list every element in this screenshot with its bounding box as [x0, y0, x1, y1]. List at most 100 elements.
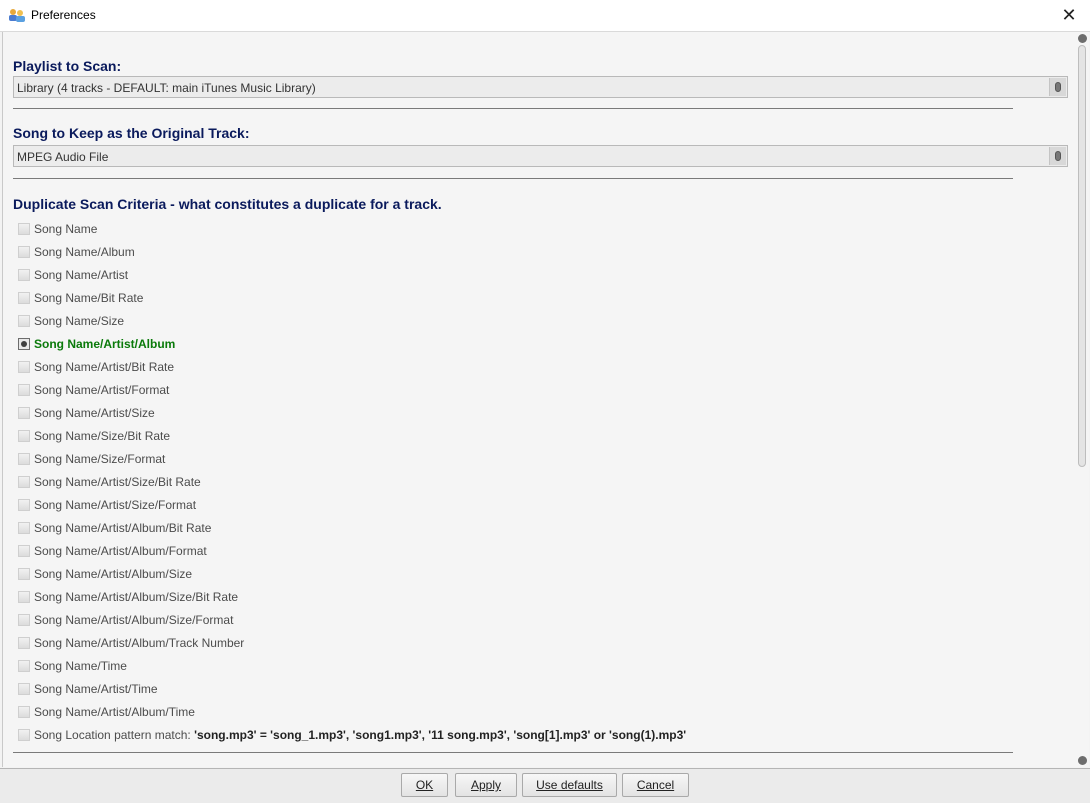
checkbox[interactable] — [18, 614, 30, 626]
criteria-label: Song Name/Artist/Album — [34, 337, 176, 351]
checkbox[interactable] — [18, 269, 30, 281]
criteria-label: Song Name/Time — [34, 659, 127, 673]
playlist-select[interactable]: Library (4 tracks - DEFAULT: main iTunes… — [13, 76, 1068, 98]
criteria-label: Song Name/Artist/Format — [34, 383, 170, 397]
keep-track-select[interactable]: MPEG Audio File — [13, 145, 1068, 167]
checkbox[interactable] — [18, 545, 30, 557]
criteria-option[interactable]: Song Name/Artist/Size — [17, 405, 917, 428]
checkbox[interactable] — [18, 660, 30, 672]
criteria-label: Song Name/Artist/Album/Track Number — [34, 636, 245, 650]
checkbox[interactable] — [18, 430, 30, 442]
checkbox[interactable] — [18, 637, 30, 649]
window-title: Preferences — [31, 8, 96, 22]
divider — [13, 108, 1013, 109]
criteria-heading: Duplicate Scan Criteria - what constitut… — [13, 196, 442, 212]
criteria-label: Song Name/Artist — [34, 268, 129, 282]
checkbox[interactable] — [18, 453, 30, 465]
close-icon[interactable]: ✕ — [1058, 4, 1080, 26]
criteria-option[interactable]: Song Name/Bit Rate — [17, 290, 917, 313]
use-defaults-button[interactable]: Use defaults — [522, 773, 617, 797]
criteria-label: Song Name/Artist/Size/Format — [34, 498, 197, 512]
criteria-option[interactable]: Song Name/Artist/Album/Format — [17, 543, 917, 566]
ok-button-label: OK — [415, 778, 434, 792]
criteria-label: Song Name/Size/Bit Rate — [34, 429, 171, 443]
dropdown-knob-icon[interactable] — [1049, 78, 1066, 96]
scroll-up-icon[interactable] — [1078, 34, 1087, 43]
divider — [13, 752, 1013, 753]
criteria-option[interactable]: Song Name/Artist/Album/Bit Rate — [17, 520, 917, 543]
checkbox[interactable] — [18, 683, 30, 695]
playlist-heading: Playlist to Scan: — [13, 58, 122, 74]
criteria-option[interactable]: Song Name/Artist — [17, 267, 917, 290]
criteria-label: Song Name/Size — [34, 314, 125, 328]
criteria-option[interactable]: Song Name/Size/Format — [17, 451, 917, 474]
criteria-label: Song Name/Artist/Bit Rate — [34, 360, 175, 374]
criteria-option[interactable]: Song Name/Artist/Bit Rate — [17, 359, 917, 382]
title-bar: Preferences ✕ — [0, 0, 1090, 32]
criteria-option[interactable]: Song Name/Size — [17, 313, 917, 336]
apply-button[interactable]: Apply — [455, 773, 517, 797]
checkbox-checked[interactable] — [18, 338, 30, 350]
location-match-label: Song Location pattern match: 'song.mp3' … — [34, 728, 686, 742]
preferences-panel: Playlist to Scan: Library (4 tracks - DE… — [2, 32, 1077, 767]
location-match-prefix: Song Location pattern match: — [34, 728, 195, 742]
checkbox[interactable] — [18, 729, 30, 741]
criteria-label: Song Name/Artist/Album/Bit Rate — [34, 521, 212, 535]
scroll-thumb[interactable] — [1078, 45, 1086, 467]
criteria-label: Song Name/Artist/Album/Size/Format — [34, 613, 234, 627]
checkbox[interactable] — [18, 522, 30, 534]
location-match-pattern: 'song.mp3' = 'song_1.mp3', 'song1.mp3', … — [194, 728, 687, 742]
vertical-scrollbar[interactable] — [1076, 32, 1089, 767]
checkbox[interactable] — [18, 292, 30, 304]
criteria-option[interactable]: Song Name/Artist/Album/Track Number — [17, 635, 917, 658]
checkbox[interactable] — [18, 568, 30, 580]
divider — [13, 178, 1013, 179]
ok-button[interactable]: OK — [401, 773, 448, 797]
scroll-down-icon[interactable] — [1078, 756, 1087, 765]
use-defaults-button-label: Use defaults — [536, 778, 603, 792]
criteria-option[interactable]: Song Name/Artist/Album/Size/Bit Rate — [17, 589, 917, 612]
checkbox[interactable] — [18, 407, 30, 419]
criteria-label: Song Name/Artist/Size — [34, 406, 155, 420]
keep-track-select-value: MPEG Audio File — [17, 150, 109, 164]
cancel-button[interactable]: Cancel — [622, 773, 689, 797]
criteria-option[interactable]: Song Name/Artist/Album/Size/Format — [17, 612, 917, 635]
checkbox[interactable] — [18, 315, 30, 327]
checkbox[interactable] — [18, 476, 30, 488]
checkbox[interactable] — [18, 223, 30, 235]
cancel-button-label: Cancel — [636, 778, 675, 792]
criteria-label: Song Name/Artist/Size/Bit Rate — [34, 475, 201, 489]
criteria-option[interactable]: Song Name/Artist/Size/Format — [17, 497, 917, 520]
criteria-option[interactable]: Song Name/Artist/Time — [17, 681, 917, 704]
criteria-option[interactable]: Song Name — [17, 221, 917, 244]
criteria-label: Song Name/Album — [34, 245, 135, 259]
checkbox[interactable] — [18, 384, 30, 396]
criteria-option[interactable]: Song Name/Artist/Album/Size — [17, 566, 917, 589]
preferences-app-icon — [8, 7, 26, 23]
apply-button-label: Apply — [470, 778, 502, 792]
playlist-select-value: Library (4 tracks - DEFAULT: main iTunes… — [17, 81, 316, 95]
checkbox[interactable] — [18, 591, 30, 603]
checkbox[interactable] — [18, 246, 30, 258]
criteria-option[interactable]: Song Name/Artist/Album/Time — [17, 704, 917, 727]
checkbox[interactable] — [18, 499, 30, 511]
criteria-label: Song Name/Artist/Album/Format — [34, 544, 207, 558]
checkbox[interactable] — [18, 361, 30, 373]
criteria-label: Song Name/Bit Rate — [34, 291, 144, 305]
criteria-label: Song Name/Artist/Album/Time — [34, 705, 195, 719]
criteria-option-selected[interactable]: Song Name/Artist/Album — [17, 336, 917, 359]
criteria-option[interactable]: Song Name/Size/Bit Rate — [17, 428, 917, 451]
checkbox[interactable] — [18, 706, 30, 718]
criteria-option-location[interactable]: Song Location pattern match: 'song.mp3' … — [17, 727, 917, 750]
criteria-label: Song Name/Artist/Album/Size — [34, 567, 193, 581]
criteria-list: Song Name Song Name/Album Song Name/Arti… — [17, 221, 917, 750]
button-bar: OK Apply Use defaults Cancel — [0, 768, 1090, 803]
criteria-option[interactable]: Song Name/Album — [17, 244, 917, 267]
criteria-option[interactable]: Song Name/Artist/Format — [17, 382, 917, 405]
keep-heading: Song to Keep as the Original Track: — [13, 125, 250, 141]
criteria-label: Song Name/Artist/Time — [34, 682, 158, 696]
criteria-option[interactable]: Song Name/Time — [17, 658, 917, 681]
criteria-option[interactable]: Song Name/Artist/Size/Bit Rate — [17, 474, 917, 497]
dropdown-knob-icon[interactable] — [1049, 147, 1066, 165]
criteria-label: Song Name/Artist/Album/Size/Bit Rate — [34, 590, 239, 604]
